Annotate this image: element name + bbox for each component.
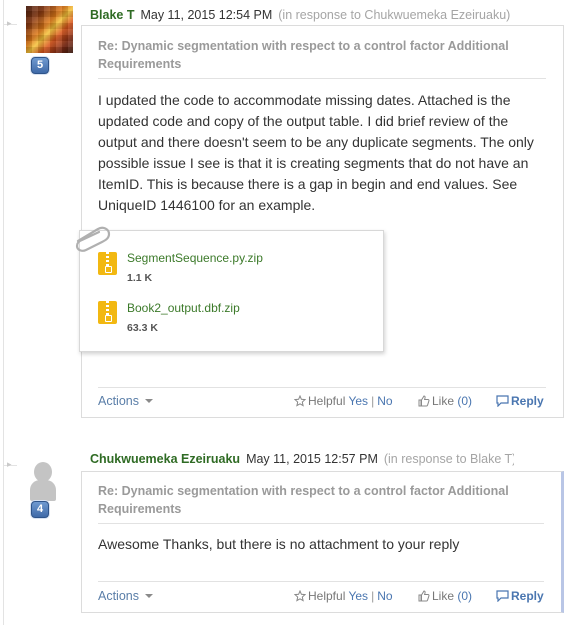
divider	[98, 78, 546, 79]
status-level-badge: 4	[31, 501, 49, 518]
reply-label: Reply	[511, 394, 544, 408]
attachment-size: 1.1 K	[127, 272, 153, 284]
chevron-down-icon	[145, 399, 153, 403]
zip-file-icon	[98, 252, 117, 275]
reply-icon	[496, 395, 509, 407]
helpful-label: Helpful	[308, 394, 346, 408]
message-subject: Re: Dynamic segmentation with respect to…	[98, 39, 509, 71]
user-avatar[interactable]	[26, 6, 73, 53]
author-link[interactable]: Blake T	[90, 8, 134, 22]
thread-arrow-icon: ▸	[7, 18, 12, 28]
message-card: Re: Dynamic segmentation with respect to…	[81, 471, 564, 613]
reply-button[interactable]: Reply	[496, 394, 544, 408]
helpful-no-link[interactable]: No	[377, 394, 392, 408]
helpful-label: Helpful	[308, 589, 346, 603]
thumbs-up-icon	[418, 395, 430, 407]
message-card: Re: Dynamic segmentation with respect to…	[75, 25, 564, 418]
star-icon	[294, 590, 306, 602]
actions-menu[interactable]: Actions	[98, 394, 153, 408]
like-button[interactable]: Like (0)	[418, 589, 472, 603]
attachments-panel: SegmentSequence.py.zip 1.1 K Book2_outpu…	[75, 226, 384, 352]
attachment-size: 63.3 K	[127, 322, 158, 334]
like-label: Like	[432, 394, 455, 408]
helpful-no-link[interactable]: No	[377, 589, 392, 603]
actions-label: Actions	[98, 589, 139, 603]
like-count[interactable]: (0)	[457, 394, 472, 408]
message-body: I updated the code to accommodate missin…	[98, 92, 534, 213]
helpful-yes-link[interactable]: Yes	[348, 589, 368, 603]
thread-arrow-icon: ▸	[7, 459, 12, 469]
divider	[98, 387, 546, 388]
message-body: Awesome Thanks, but there is no attachme…	[98, 536, 460, 552]
in-response-link[interactable]: (in response to Chukwuemeka Ezeiruaku)	[278, 8, 510, 22]
star-icon	[294, 395, 306, 407]
message-subject: Re: Dynamic segmentation with respect to…	[98, 484, 509, 516]
thread-line	[3, 0, 4, 625]
reply-button[interactable]: Reply	[496, 589, 544, 603]
paperclip-icon	[75, 226, 111, 252]
attachment-link[interactable]: Book2_output.dbf.zip	[127, 301, 240, 315]
like-button[interactable]: Like (0)	[418, 394, 472, 408]
chevron-down-icon	[145, 594, 153, 598]
attachment-link[interactable]: SegmentSequence.py.zip	[127, 251, 263, 265]
author-link[interactable]: Chukwuemeka Ezeiruaku	[90, 452, 240, 466]
reply-icon	[496, 590, 509, 602]
divider	[98, 523, 544, 524]
user-avatar[interactable]	[20, 454, 67, 501]
helpful-control: Helpful Yes | No	[294, 394, 393, 408]
post-date: May 11, 2015 12:54 PM	[140, 8, 273, 22]
actions-label: Actions	[98, 394, 139, 408]
status-level-badge: 5	[31, 57, 49, 74]
like-label: Like	[432, 589, 455, 603]
post-meta: Blake T May 11, 2015 12:54 PM (in response…	[90, 8, 516, 22]
post-meta: Chukwuemeka Ezeiruaku May 11, 2015 12:57 …	[90, 452, 514, 466]
helpful-control: Helpful Yes | No	[294, 589, 393, 603]
thumbs-up-icon	[418, 590, 430, 602]
helpful-yes-link[interactable]: Yes	[348, 394, 368, 408]
zip-file-icon	[98, 301, 117, 324]
divider	[98, 581, 544, 582]
post-date: May 11, 2015 12:57 PM	[246, 452, 378, 466]
in-response-link[interactable]: (in response to Blake T)	[384, 452, 514, 466]
reply-label: Reply	[511, 589, 544, 603]
like-count[interactable]: (0)	[457, 589, 472, 603]
actions-menu[interactable]: Actions	[98, 589, 153, 603]
